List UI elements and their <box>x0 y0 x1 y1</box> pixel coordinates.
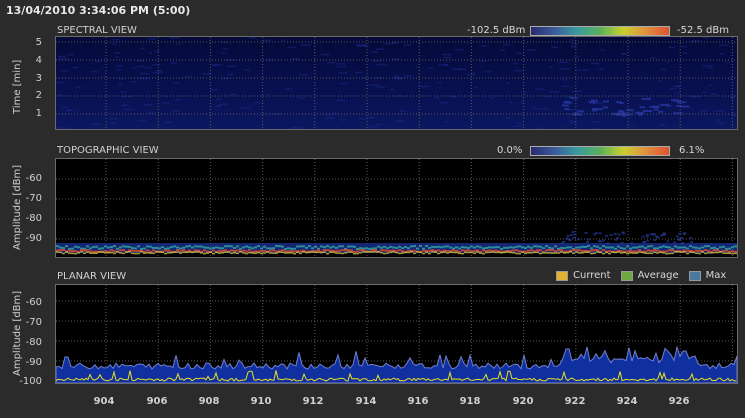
topographic-grid <box>56 159 737 257</box>
topographic-density <box>56 159 737 257</box>
x-tick: 914 <box>355 396 377 407</box>
planar-ytick: -60 <box>25 297 42 308</box>
spectral-ytick: 1 <box>35 108 42 119</box>
planar-ytick: -70 <box>25 317 42 328</box>
legend-max-swatch <box>688 270 701 281</box>
planar-ytick: -80 <box>25 337 42 348</box>
legend-current[interactable]: Current <box>556 270 611 281</box>
spectral-colorbar-max: -52.5 dBm <box>677 25 730 36</box>
spectral-colorbar-min: -102.5 dBm <box>467 25 526 36</box>
legend-max[interactable]: Max <box>688 270 727 281</box>
legend-average[interactable]: Average <box>620 270 679 281</box>
planar-plot[interactable] <box>55 284 738 384</box>
topographic-colorbar-max: 6.1% <box>679 145 705 156</box>
planar-ytick: -100 <box>19 376 42 387</box>
planar-spectrum <box>56 285 737 383</box>
planar-legend: Current Average Max <box>556 270 726 281</box>
spectral-ytick: 2 <box>35 90 42 101</box>
spectral-ytick: 3 <box>35 73 42 84</box>
topographic-plot[interactable] <box>55 158 738 258</box>
legend-average-swatch <box>620 270 633 281</box>
legend-average-label: Average <box>637 270 679 281</box>
spectral-view-title: SPECTRAL VIEW <box>57 25 137 36</box>
planar-view-title: PLANAR VIEW <box>57 271 127 282</box>
spectral-y-axis-label: Time [min] <box>12 59 23 114</box>
x-tick: 926 <box>668 396 690 407</box>
x-tick: 918 <box>459 396 481 407</box>
x-tick: 922 <box>564 396 586 407</box>
x-tick: 908 <box>198 396 220 407</box>
spectral-ytick: 4 <box>35 55 42 66</box>
legend-max-label: Max <box>705 270 727 281</box>
x-tick: 904 <box>93 396 115 407</box>
spectral-ytick: 5 <box>35 37 42 48</box>
planar-ytick: -90 <box>25 357 42 368</box>
x-tick: 924 <box>616 396 638 407</box>
topographic-ytick: -70 <box>25 193 42 204</box>
topographic-colorbar-min: 0.0% <box>497 145 523 156</box>
max-trace <box>56 345 737 383</box>
x-tick: 910 <box>250 396 272 407</box>
timestamp: 13/04/2010 3:34:06 PM (5:00) <box>6 4 191 17</box>
spectral-colorbar <box>530 26 670 36</box>
spectral-waterfall <box>56 37 737 129</box>
x-tick: 920 <box>512 396 534 407</box>
legend-current-label: Current <box>573 270 611 281</box>
topographic-ytick: -80 <box>25 213 42 224</box>
spectral-plot[interactable] <box>55 36 738 130</box>
topographic-view-title: TOPOGRAPHIC VIEW <box>57 145 159 156</box>
x-tick: 916 <box>407 396 429 407</box>
topographic-ytick: -60 <box>25 173 42 184</box>
legend-current-swatch <box>556 270 568 281</box>
topographic-ytick: -90 <box>25 233 42 244</box>
x-tick: 906 <box>146 396 168 407</box>
x-tick: 912 <box>302 396 324 407</box>
topographic-colorbar <box>530 146 670 156</box>
